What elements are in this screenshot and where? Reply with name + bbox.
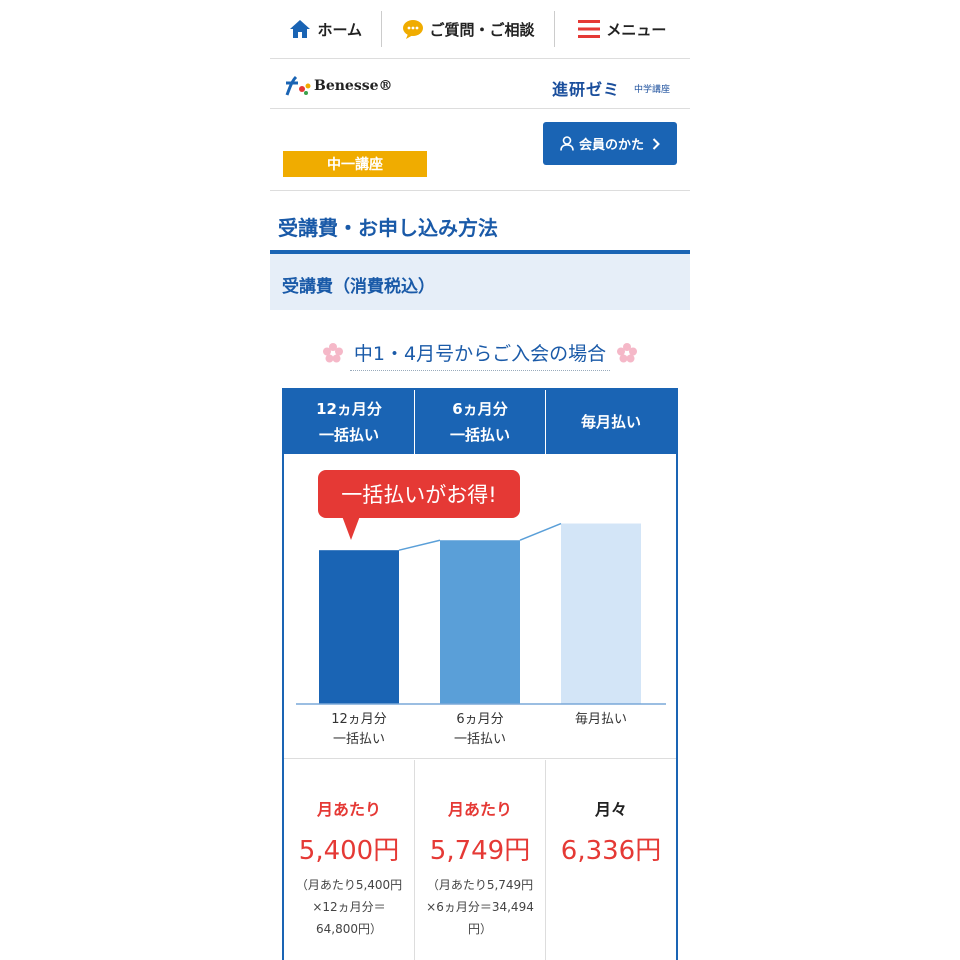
price-note: （月あたり5,400円×12ヵ月分＝64,800円） <box>295 878 403 936</box>
sakura-icon <box>616 342 638 368</box>
chart-connector-line <box>519 522 562 541</box>
page: ホーム ご質問・ご相談 メニュー Benesse® 進研ゼミ 中学講座 中一講座… <box>270 0 690 960</box>
case-heading-row: 中1・4月号からご入会の場合 <box>270 339 690 371</box>
benesse-logo-text[interactable]: Benesse® <box>314 78 393 94</box>
chart-x-tick-label-line: 一括払い <box>453 732 506 747</box>
plan-header-line: 12ヵ月分 <box>316 400 382 418</box>
chevron-right-icon <box>652 137 660 150</box>
chart-x-tick-label: 毎月払い <box>541 710 661 730</box>
chart-bar <box>440 540 520 704</box>
top-nav: ホーム ご質問・ご相談 メニュー <box>270 0 690 59</box>
zemi-logo-subtext: 中学講座 <box>634 85 671 95</box>
chart-x-tick-label-line: 毎月払い <box>574 712 627 727</box>
plan-header-line: 一括払い <box>449 426 510 444</box>
price-col-monthly: 月々 6,336円 <box>545 760 676 960</box>
chart-bar <box>319 550 399 704</box>
home-icon <box>289 19 311 39</box>
nav-faq-link[interactable]: ご質問・ご相談 <box>382 0 553 58</box>
plan-header-12-month: 12ヵ月分 一括払い <box>284 390 414 454</box>
price-note: （月あたり5,749円×6ヵ月分＝34,494円） <box>426 878 534 936</box>
price-value: 5,749円 <box>429 836 531 866</box>
case-heading: 中1・4月号からご入会の場合 <box>349 339 611 371</box>
discount-callout: 一括払いがお得! <box>318 470 520 518</box>
zemi-logo-text[interactable]: 進研ゼミ <box>552 76 620 100</box>
benesse-logo-icon[interactable] <box>284 75 312 101</box>
nav-menu-label: メニュー <box>606 20 667 39</box>
chart-connector-line <box>398 539 441 551</box>
plan-header-6-month: 6ヵ月分 一括払い <box>414 390 545 454</box>
member-login-button[interactable]: 会員のかた <box>543 122 677 165</box>
price-label: 月あたり <box>316 800 381 819</box>
price-label: 月あたり <box>447 800 512 819</box>
chart-x-tick-label-line: 一括払い <box>332 732 385 747</box>
price-col-12-month: 月あたり 5,400円 （月あたり5,400円×12ヵ月分＝64,800円） <box>284 760 414 960</box>
price-chart: 一括払いがお得! 12ヵ月分 一括払い 6ヵ月分 一括払い 毎月払い <box>284 456 676 759</box>
nav-faq-label: ご質問・ご相談 <box>429 20 535 39</box>
discount-callout-tail <box>342 516 360 540</box>
plan-comparison-table: 12ヵ月分 一括払い 6ヵ月分 一括払い 毎月払い 一括払いがお得! 12ヵ月分… <box>282 388 678 960</box>
section-title: 受講費（消費税込） <box>282 277 435 297</box>
member-button-label: 会員のかた <box>578 138 644 153</box>
speech-bubble-icon <box>402 19 424 39</box>
price-value: 6,336円 <box>560 836 662 866</box>
price-value: 5,400円 <box>298 836 400 866</box>
plan-header-monthly: 毎月払い <box>545 390 676 454</box>
plan-header-row: 12ヵ月分 一括払い 6ヵ月分 一括払い 毎月払い <box>284 390 676 454</box>
plan-header-line: 6ヵ月分 <box>452 400 508 418</box>
page-title: 受講費・お申し込み方法 <box>278 216 498 240</box>
nav-menu-button[interactable]: メニュー <box>555 0 690 58</box>
nav-home-label: ホーム <box>317 20 363 39</box>
price-label: 月々 <box>594 800 627 819</box>
chart-bar <box>561 523 641 704</box>
plan-header-line: 一括払い <box>318 426 379 444</box>
chart-x-tick-label: 12ヵ月分一括払い <box>299 710 419 750</box>
user-icon <box>560 136 574 151</box>
chart-x-tick-label: 6ヵ月分一括払い <box>420 710 540 750</box>
sakura-icon <box>322 342 344 368</box>
price-row: 月あたり 5,400円 （月あたり5,400円×12ヵ月分＝64,800円） 月… <box>284 760 676 960</box>
chart-x-tick-label-line: 6ヵ月分 <box>456 712 504 727</box>
price-col-6-month: 月あたり 5,749円 （月あたり5,749円×6ヵ月分＝34,494円） <box>414 760 545 960</box>
hamburger-icon <box>578 20 601 38</box>
chart-x-tick-label-line: 12ヵ月分 <box>331 712 387 727</box>
course-tag: 中一講座 <box>283 151 427 177</box>
nav-home-link[interactable]: ホーム <box>270 0 381 58</box>
plan-header-line: 毎月払い <box>580 413 641 431</box>
